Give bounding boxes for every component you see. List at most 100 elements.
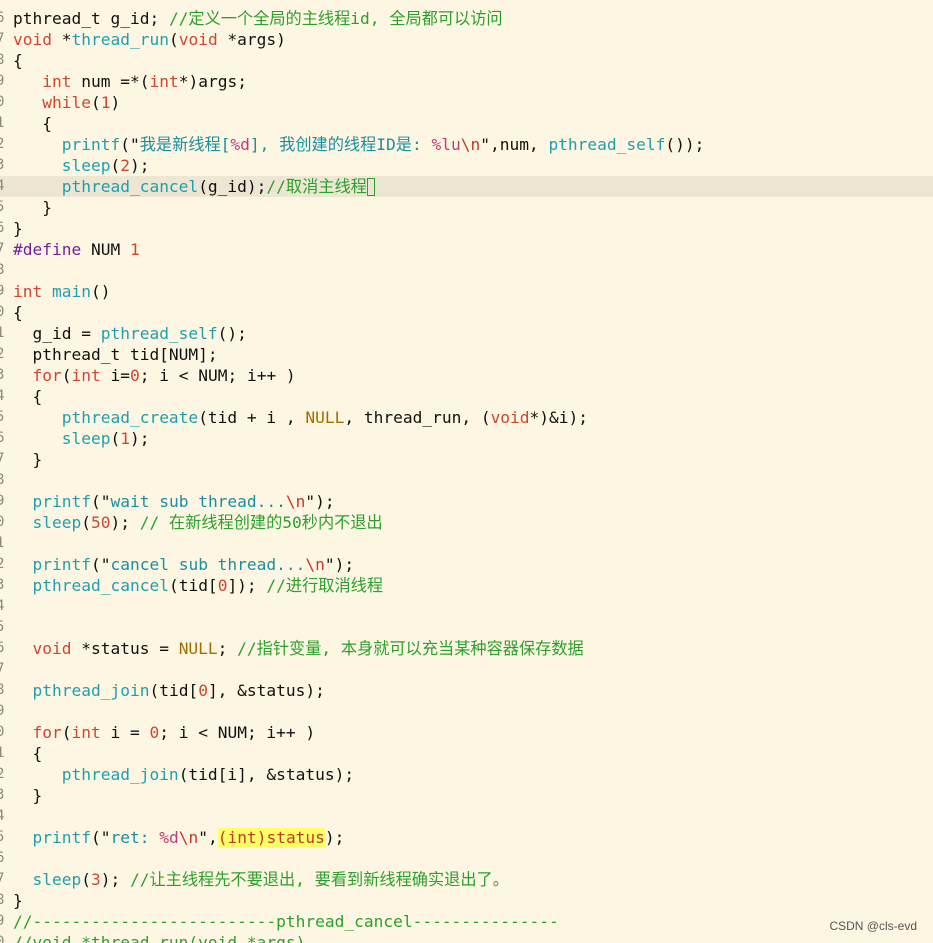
code-token: 0 [198, 681, 208, 700]
code-line[interactable]: 7 [0, 659, 933, 680]
code-token: pthread_create [61, 408, 199, 427]
code-line[interactable]: 3 } [0, 785, 933, 806]
code-line[interactable]: 8 [0, 470, 933, 491]
code-line[interactable]: 2 printf("我是新线程[%d], 我创建的线程ID是: %lu\n",n… [0, 134, 933, 155]
code-token: (tid[ [168, 576, 218, 595]
code-token: for [32, 366, 62, 385]
code-token: ret: [110, 828, 160, 847]
code-line[interactable]: 0 for(int i = 0; i < NUM; i++ ) [0, 722, 933, 743]
code-text: pthread_create(tid + i , NULL, thread_ru… [13, 407, 588, 428]
code-line[interactable]: 5 [0, 617, 933, 638]
code-token: wait sub thread... [110, 492, 286, 511]
code-line[interactable]: 6 sleep(1); [0, 428, 933, 449]
code-line[interactable]: 4 [0, 596, 933, 617]
code-line[interactable]: 3 for(int i=0; i < NUM; i++ ) [0, 365, 933, 386]
code-line[interactable]: 7 sleep(3); //让主线程先不要退出, 要看到新线程确实退出了。 [0, 869, 933, 890]
code-token: pthread_t g_id; [13, 9, 169, 28]
code-line[interactable]: 6} [0, 218, 933, 239]
code-line[interactable]: 3 pthread_cancel(tid[0]); //进行取消线程 [0, 575, 933, 596]
code-token: 50 [90, 513, 111, 532]
code-token: ); [110, 513, 140, 532]
code-editor[interactable]: 6 pthread_t g_id; //定义一个全局的主线程id, 全局都可以访问… [0, 0, 933, 943]
code-line[interactable]: 1 { [0, 113, 933, 134]
code-token: 1 [120, 429, 130, 448]
line-number: 2 [0, 766, 5, 782]
code-token: int [71, 723, 101, 742]
code-line[interactable]: 2 pthread_join(tid[i], &status); [0, 764, 933, 785]
code-line[interactable]: 7 #define NUM 1 [0, 239, 933, 260]
code-token: printf [32, 492, 91, 511]
code-line[interactable]: 3 sleep(2); [0, 155, 933, 176]
code-line[interactable]: 8 [0, 260, 933, 281]
line-number: 3 [0, 577, 5, 593]
code-token: thread_run [71, 30, 169, 49]
code-line[interactable]: 9 //-------------------------pthread_canc… [0, 911, 933, 932]
code-token: \n [460, 135, 481, 154]
code-line[interactable]: 8 pthread_join(tid[0], &status); [0, 680, 933, 701]
code-token: num =*( [71, 72, 150, 91]
code-line[interactable]: 5 printf("ret: %d\n",(int)status); [0, 827, 933, 848]
code-line[interactable]: 1 g_id = pthread_self(); [0, 323, 933, 344]
code-token: { [13, 114, 52, 133]
line-number: 4 [0, 178, 5, 194]
code-line[interactable]: 1 { [0, 743, 933, 764]
code-line[interactable]: 0 //void *thread_run(void *args) [0, 932, 933, 943]
code-line[interactable]: 4 { [0, 386, 933, 407]
code-line[interactable]: 8} [0, 890, 933, 911]
code-line[interactable]: 9 [0, 701, 933, 722]
code-text: g_id = pthread_self(); [13, 323, 246, 344]
code-line[interactable]: 0 sleep(50); // 在新线程创建的50秒内不退出 [0, 512, 933, 533]
code-text: sleep(1); [13, 428, 150, 449]
code-line[interactable]: 2 pthread_t tid[NUM]; [0, 344, 933, 365]
code-token: (tid[i], &status); [178, 765, 355, 784]
line-number: 6 [0, 220, 5, 236]
code-token: ( [90, 93, 101, 112]
code-text: } [13, 890, 23, 911]
code-line[interactable]: 7 void *thread_run(void *args) [0, 29, 933, 50]
code-line[interactable]: 0{ [0, 302, 933, 323]
code-line[interactable]: 9 int main() [0, 281, 933, 302]
code-token: ( [168, 30, 179, 49]
code-line[interactable]: 6 void *status = NULL; //指针变量, 本身就可以充当某种… [0, 638, 933, 659]
code-line[interactable]: 5 } [0, 197, 933, 218]
code-token: (g_id); [198, 177, 267, 196]
code-token: int [13, 282, 43, 301]
line-number: 1 [0, 325, 5, 341]
code-token: ); [324, 828, 345, 847]
line-number: 8 [0, 472, 5, 488]
code-token: ,num, [489, 135, 549, 154]
code-line[interactable]: 9 int num =*(int*)args; [0, 71, 933, 92]
code-token: for [32, 723, 62, 742]
code-token: *args) [217, 30, 286, 49]
code-token: printf [32, 828, 91, 847]
code-line[interactable]: 9 printf("wait sub thread...\n"); [0, 491, 933, 512]
line-number: 0 [0, 94, 5, 110]
code-token: * [51, 30, 72, 49]
code-line[interactable]: 6 [0, 848, 933, 869]
code-line[interactable]: 6 pthread_t g_id; //定义一个全局的主线程id, 全局都可以访问 [0, 8, 933, 29]
code-token: ()); [665, 135, 705, 154]
code-line[interactable]: 8{ [0, 50, 933, 71]
code-line[interactable]: 7 } [0, 449, 933, 470]
line-number: 9 [0, 913, 5, 929]
code-token: "); [324, 555, 355, 574]
code-token: pthread_join [32, 681, 150, 700]
code-line[interactable]: 4 [0, 806, 933, 827]
code-token: ; i < NUM; i++ ) [139, 366, 296, 385]
code-text: printf("我是新线程[%d], 我创建的线程ID是: %lu\n",num… [13, 134, 705, 155]
code-line[interactable]: 5 pthread_create(tid + i , NULL, thread_… [0, 407, 933, 428]
code-line[interactable]: 2 printf("cancel sub thread...\n"); [0, 554, 933, 575]
code-token: ( [81, 513, 91, 532]
line-number: 6 [0, 430, 5, 446]
code-token: printf [32, 555, 91, 574]
line-number: 7 [0, 31, 5, 47]
code-token: ); [129, 156, 150, 175]
code-token: ); [129, 429, 150, 448]
code-text: { [13, 302, 23, 323]
line-number: 5 [0, 409, 5, 425]
code-line[interactable]: 4 pthread_cancel(g_id);//取消主线程 [0, 176, 933, 197]
code-line[interactable]: 0 while(1) [0, 92, 933, 113]
code-line[interactable]: 1 [0, 533, 933, 554]
